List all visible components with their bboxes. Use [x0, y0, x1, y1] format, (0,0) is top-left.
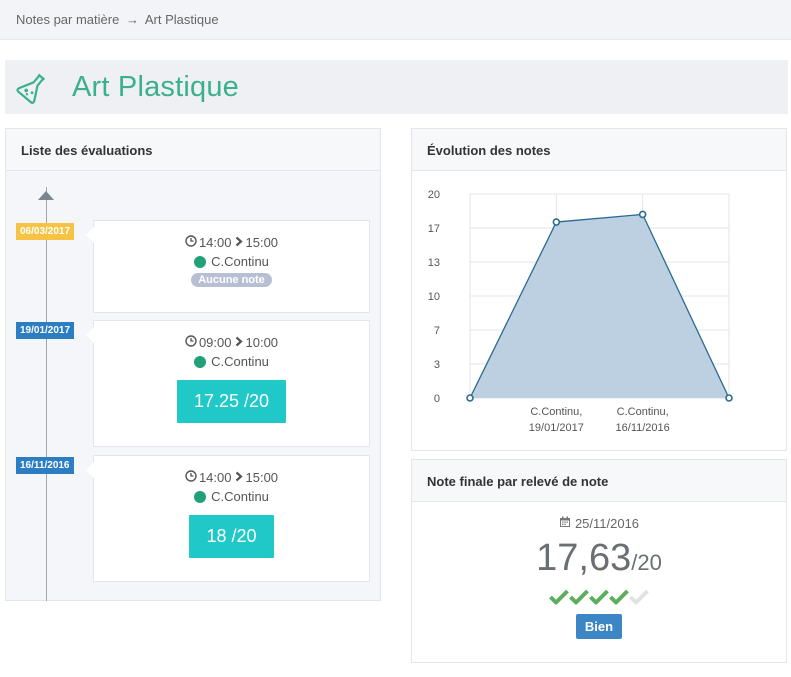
no-note-badge: Aucune note [191, 273, 272, 287]
check-icon [569, 588, 589, 610]
y-tick-label: 3 [434, 359, 440, 371]
breadcrumb: Notes par matière → Art Plastique [0, 0, 791, 40]
status-dot-icon [194, 255, 207, 268]
final-grade-panel: Note finale par relevé de note 25/11/201… [411, 459, 787, 663]
y-tick-label: 0 [434, 393, 440, 405]
x-tick-label: 19/01/2017 [529, 422, 584, 434]
evaluation-type: C.Continu [94, 354, 369, 369]
final-date: 25/11/2016 [412, 516, 786, 531]
evaluation-type: C.Continu [94, 489, 369, 504]
status-dot-icon [194, 355, 207, 368]
y-tick-label: 10 [428, 291, 440, 303]
data-point[interactable] [466, 394, 474, 402]
evaluations-panel-title: Liste des évaluations [6, 129, 380, 171]
x-tick-label: C.Continu, [530, 406, 582, 418]
evaluation-time: 09:00 10:00 [94, 335, 369, 350]
rating-checks [412, 588, 786, 610]
evaluation-date-badge: 19/01/2017 [16, 322, 75, 339]
y-tick-label: 17 [428, 223, 440, 235]
evaluation-time: 14:00 15:00 [94, 235, 369, 250]
flask-icon [16, 70, 50, 104]
series-area [470, 214, 729, 398]
chevron-right-icon [234, 470, 244, 485]
check-icon [629, 588, 649, 610]
page-title: Art Plastique [72, 70, 240, 103]
evaluation-grade: 17.25 /20 [176, 380, 287, 423]
mention-badge: Bien [575, 614, 623, 639]
evaluations-panel: Liste des évaluations 06/03/2017 14:00 1… [5, 128, 381, 601]
data-point[interactable] [725, 394, 733, 402]
evaluation-time: 14:00 15:00 [94, 470, 369, 485]
breadcrumb-current: Art Plastique [144, 12, 219, 27]
data-point[interactable] [552, 218, 561, 226]
x-tick-label: C.Continu, [617, 406, 669, 418]
calendar-icon [559, 516, 571, 531]
x-tick-label: 16/11/2016 [616, 422, 670, 434]
final-grade-value: 17,63 [536, 537, 632, 579]
timeline-arrow-icon [38, 191, 54, 200]
evaluation-type: C.Continu [94, 254, 369, 269]
chevron-right-icon [234, 335, 244, 350]
check-icon [549, 588, 569, 610]
clock-icon [185, 235, 197, 250]
evaluation-card[interactable]: 14:00 15:00 C.Continu 18 /20 [86, 455, 370, 582]
timeline-line [46, 187, 47, 601]
check-icon [609, 588, 629, 610]
y-tick-label: 13 [428, 257, 440, 269]
y-tick-label: 20 [428, 189, 440, 201]
breadcrumb-separator: → [125, 12, 139, 27]
evaluation-card[interactable]: 09:00 10:00 C.Continu 17.25 /20 [86, 320, 370, 447]
final-grade-suffix: /20 [631, 550, 662, 575]
status-dot-icon [194, 490, 207, 503]
clock-icon [185, 470, 197, 485]
final-grade: 17,63/20 [412, 537, 786, 580]
grades-chart: 0 3 7 10 13 17 20 C.Continu, 19/01/2017 C.Continu… [428, 189, 733, 434]
check-icon [589, 588, 609, 610]
final-grade-panel-title: Note finale par relevé de note [412, 460, 786, 502]
breadcrumb-parent[interactable]: Notes par matière [16, 12, 119, 27]
chevron-right-icon [234, 235, 244, 250]
evaluation-grade: 18 /20 [189, 515, 274, 558]
evaluation-date-badge: 06/03/2017 [16, 223, 75, 240]
clock-icon [185, 335, 197, 350]
chart-panel: Évolution des notes 0 3 7 10 13 17 20 C.Continu… [411, 128, 787, 451]
chart-panel-title: Évolution des notes [412, 129, 786, 171]
y-tick-label: 7 [434, 325, 440, 337]
evaluation-date-badge: 16/11/2016 [16, 457, 74, 474]
data-point[interactable] [638, 210, 647, 219]
page-header: Art Plastique [5, 60, 788, 114]
evaluation-card[interactable]: 14:00 15:00 C.Continu Aucune note [86, 220, 370, 313]
